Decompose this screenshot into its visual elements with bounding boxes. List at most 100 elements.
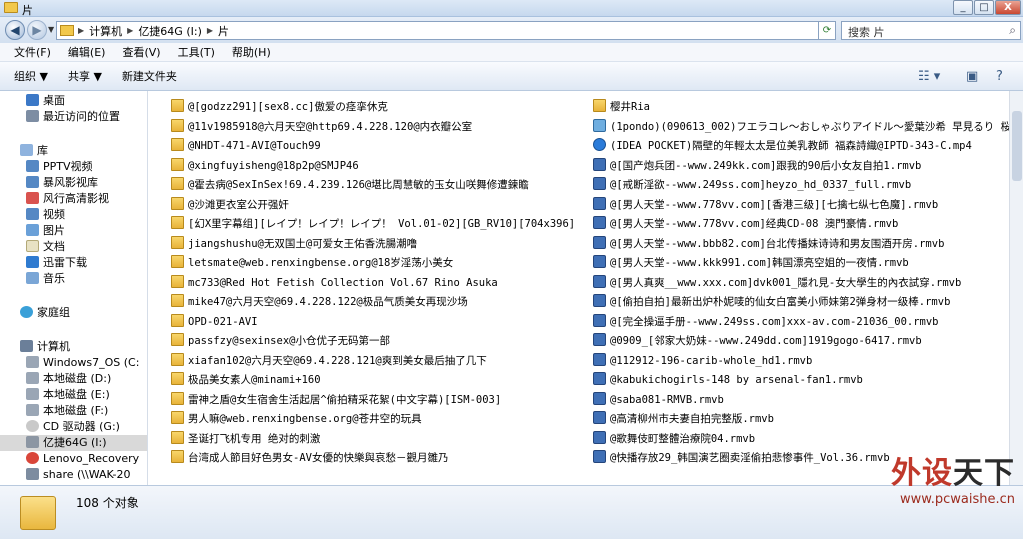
list-item[interactable]: @高清柳州市夫妻自拍完整版.rmvb: [593, 410, 774, 429]
sidebar-item-drive-e[interactable]: 本地磁盘 (E:): [0, 387, 147, 403]
list-item[interactable]: (1pondo)(090613_002)フエラコレ～おしゃぶりアイドル～愛葉沙希…: [593, 118, 1009, 137]
rmvb-file-icon: [593, 255, 606, 268]
rmvb-file-icon: [593, 411, 606, 424]
search-input[interactable]: 搜索 片 ⌕: [841, 21, 1021, 40]
sidebar-item-videos[interactable]: 视频: [0, 207, 147, 223]
search-icon[interactable]: ⌕: [1009, 23, 1016, 38]
new-folder-button[interactable]: 新建文件夹: [122, 68, 177, 84]
documents-icon: [26, 240, 39, 252]
list-item[interactable]: 台湾成人節目好色男女-AV女優的快樂與哀愁－觀月雛乃: [171, 449, 448, 468]
sidebar-item-funshion[interactable]: 风行高清影视: [0, 191, 147, 207]
help-icon[interactable]: ?: [996, 69, 1003, 84]
menu-tools[interactable]: 工具(T): [178, 44, 215, 60]
list-item[interactable]: mc733@Red Hot Fetish Collection Vol.67 R…: [171, 274, 498, 293]
list-item[interactable]: 圣诞打飞机专用 绝对的刺激: [171, 430, 320, 449]
sidebar-item-drive-g[interactable]: CD 驱动器 (G:): [0, 419, 147, 435]
list-item[interactable]: @[偷拍自拍]最新出炉朴妮唛的仙女白富美小师妹第2弹身材一级棒.rmvb: [593, 293, 950, 312]
list-item[interactable]: @霍去病@SexInSex!69.4.239.126@堪比周慧敏的玉女山咲舞修遭…: [171, 176, 529, 195]
menu-help[interactable]: 帮助(H): [232, 44, 271, 60]
recent-pages-dropdown[interactable]: ▼: [48, 25, 54, 34]
breadcrumb-folder[interactable]: 片: [218, 23, 229, 39]
list-item[interactable]: @[男人天堂--www.778vv.com]经典CD-08 澳門豪情.rmvb: [593, 215, 898, 234]
media-player-icon: [593, 138, 606, 151]
share-button[interactable]: 共享 ▼: [68, 68, 102, 84]
navigation-pane: 桌面 最近访问的位置 库 PPTV视频 暴风影视库 风行高清影视 视频 图片 文…: [0, 91, 148, 485]
list-item[interactable]: @kabukichogirls-148 by arsenal-fan1.rmvb: [593, 371, 863, 390]
list-item[interactable]: (IDEA POCKET)隔壁的年輕太太是位美乳教師 福森詩織@IPTD-343…: [593, 137, 972, 156]
restore-button[interactable]: □: [974, 0, 994, 15]
list-item[interactable]: @[男人真爽__www.xxx.com]dvk001_隱れ見-女大學生的內衣試穿…: [593, 274, 961, 293]
list-item[interactable]: @11v1985918@六月天空@http69.4.228.120@内衣瓣公室: [171, 118, 472, 137]
sidebar-item-homegroup[interactable]: 家庭组: [0, 305, 147, 321]
sidebar-item-computer[interactable]: 计算机: [0, 339, 147, 355]
hard-drive-icon: [26, 372, 39, 384]
list-item[interactable]: xiafan102@六月天空@69.4.228.121@爽到美女最后抽了几下: [171, 352, 487, 371]
sidebar-item-baofeng[interactable]: 暴风影视库: [0, 175, 147, 191]
breadcrumb-drive[interactable]: 亿捷64G (I:): [138, 23, 202, 39]
menu-view[interactable]: 查看(V): [122, 44, 160, 60]
refresh-button[interactable]: ⟳: [818, 21, 836, 40]
list-item[interactable]: mike47@六月天空@69.4.228.122@极品气质美女再现沙场: [171, 293, 468, 312]
sidebar-item-thunder[interactable]: 迅雷下载: [0, 255, 147, 271]
vertical-scrollbar[interactable]: [1009, 91, 1023, 485]
organize-button[interactable]: 组织 ▼: [14, 68, 48, 84]
list-item[interactable]: 雷神之盾@女生宿舍生活起居^偷拍精采花絮(中文字幕)[ISM-003]: [171, 391, 501, 410]
list-item[interactable]: [幻X里字幕组][レイプ！レイプ！レイプ！ Vol.01-02][GB_RV10…: [171, 215, 575, 234]
list-item[interactable]: @[男人天堂--www.kkk991.com]韩国漂亮空姐的一夜情.rmvb: [593, 254, 909, 273]
sidebar-item-lenovo-recovery[interactable]: Lenovo_Recovery: [0, 451, 147, 467]
sidebar-item-pictures[interactable]: 图片: [0, 223, 147, 239]
sidebar-item-network-share[interactable]: share (\\WAK-20: [0, 467, 147, 483]
list-item[interactable]: @[戒断淫欲--www.249ss.com]heyzo_hd_0337_full…: [593, 176, 911, 195]
list-item[interactable]: jiangshushu@无双国土@可爱女王佑香洗腸潮噜: [171, 235, 417, 254]
list-item[interactable]: @NHDT-471-AVI@Touch99: [171, 137, 321, 156]
list-item[interactable]: @[godzz291][sex8.cc]傲爱の痉挛休克: [171, 98, 388, 117]
forward-button[interactable]: ▶: [27, 20, 47, 40]
list-item[interactable]: letsmate@web.renxingbense.org@18岁淫荡小美女: [171, 254, 453, 273]
breadcrumb-computer[interactable]: 计算机: [89, 23, 122, 39]
usb-drive-icon: [26, 436, 39, 448]
folder-icon: [171, 99, 184, 112]
list-item[interactable]: 樱井Ria: [593, 98, 650, 117]
list-item[interactable]: passfzy@sexinsex@小仓优子无码第一部: [171, 332, 390, 351]
close-button[interactable]: X: [995, 0, 1021, 15]
list-item[interactable]: OPD-021-AVI: [171, 313, 258, 332]
sidebar-item-pptv[interactable]: PPTV视频: [0, 159, 147, 175]
back-button[interactable]: ◀: [5, 20, 25, 40]
list-item[interactable]: @[国产炮兵团--www.249kk.com]跟我的90后小女友自拍1.rmvb: [593, 157, 921, 176]
list-item[interactable]: @沙滩更衣室公开强奸: [171, 196, 289, 215]
scroll-thumb[interactable]: [1012, 111, 1022, 181]
folder-icon: [171, 255, 184, 268]
sidebar-item-music[interactable]: 音乐: [0, 271, 147, 287]
chevron-right-icon[interactable]: ▶: [127, 26, 133, 35]
homegroup-icon: [20, 306, 33, 318]
preview-pane-icon[interactable]: ▣: [966, 69, 978, 84]
video-file-icon: [593, 119, 606, 132]
sidebar-item-documents[interactable]: 文档: [0, 239, 147, 255]
address-bar[interactable]: ▶ 计算机 ▶ 亿捷64G (I:) ▶ 片 ▼: [56, 21, 836, 40]
rmvb-file-icon: [593, 216, 606, 229]
list-item[interactable]: 极品美女素人@minami+160: [171, 371, 321, 390]
sidebar-item-recent[interactable]: 最近访问的位置: [0, 109, 147, 125]
list-item[interactable]: 男人嘛@web.renxingbense.org@苍井空的玩具: [171, 410, 422, 429]
chevron-right-icon[interactable]: ▶: [78, 26, 84, 35]
menu-edit[interactable]: 编辑(E): [68, 44, 106, 60]
sidebar-item-drive-i[interactable]: 亿捷64G (I:): [0, 435, 147, 451]
sidebar-item-desktop[interactable]: 桌面: [0, 93, 147, 109]
list-item[interactable]: @0909_[邻家大奶妹--www.249dd.com]1919gogo-641…: [593, 332, 922, 351]
list-item[interactable]: @112912-196-carib-whole_hd1.rmvb: [593, 352, 812, 371]
list-item[interactable]: @歌舞伎町整體治療院04.rmvb: [593, 430, 755, 449]
view-options-icon[interactable]: ☷ ▾: [918, 69, 940, 84]
sidebar-item-drive-c[interactable]: Windows7_OS (C:: [0, 355, 147, 371]
list-item[interactable]: @[男人天堂--www.778vv.com][香港三级][七擒七纵七色魔].rm…: [593, 196, 938, 215]
sidebar-item-libraries[interactable]: 库: [0, 143, 147, 159]
list-item[interactable]: @[男人天堂--www.bbb82.com]台北传播妹诗诗和男友围酒开房.rmv…: [593, 235, 944, 254]
list-item[interactable]: @saba081-RMVB.rmvb: [593, 391, 724, 410]
sidebar-item-drive-f[interactable]: 本地磁盘 (F:): [0, 403, 147, 419]
list-item[interactable]: @xingfuyisheng@18p2p@SMJP46: [171, 157, 359, 176]
minimize-button[interactable]: _: [953, 0, 973, 15]
menu-file[interactable]: 文件(F): [14, 44, 51, 60]
sidebar-item-drive-d[interactable]: 本地磁盘 (D:): [0, 371, 147, 387]
chevron-right-icon[interactable]: ▶: [207, 26, 213, 35]
list-item[interactable]: @快播存放29_韩国演艺圈卖淫偷拍悲惨事件_Vol.36.rmvb: [593, 449, 890, 468]
list-item[interactable]: @[完全操逼手册--www.249ss.com]xxx-av.com-21036…: [593, 313, 939, 332]
